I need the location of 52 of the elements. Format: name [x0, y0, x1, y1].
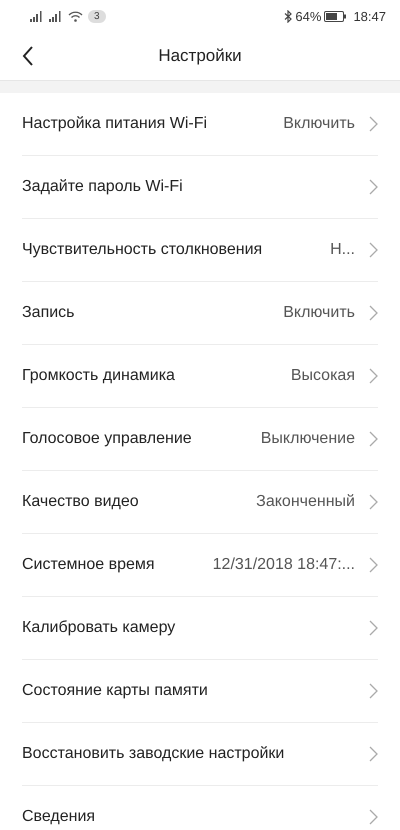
chevron-right-icon: [369, 431, 378, 447]
settings-value: Высокая: [290, 367, 355, 385]
wifi-icon: [68, 10, 83, 22]
chevron-right-icon: [369, 746, 378, 762]
settings-item[interactable]: Восстановить заводские настройки: [22, 723, 378, 786]
settings-value: Включить: [283, 115, 355, 133]
settings-value: Включить: [283, 304, 355, 322]
settings-label: Задайте пароль Wi-Fi: [22, 178, 183, 196]
settings-label: Восстановить заводские настройки: [22, 745, 284, 763]
notification-badge: 3: [88, 10, 106, 22]
chevron-right-icon: [369, 620, 378, 636]
chevron-right-icon: [369, 116, 378, 132]
chevron-right-icon: [369, 809, 378, 825]
settings-value: Выключение: [260, 430, 355, 448]
settings-item[interactable]: Голосовое управление Выключение: [22, 408, 378, 471]
settings-item[interactable]: Запись Включить: [22, 282, 378, 345]
settings-item[interactable]: Калибровать камеру: [22, 597, 378, 660]
settings-label: Сведения: [22, 808, 96, 826]
chevron-right-icon: [369, 179, 378, 195]
settings-value: 12/31/2018 18:47:...: [212, 556, 355, 574]
settings-item[interactable]: Чувствительность столкновения Н...: [22, 219, 378, 282]
battery-percentage: 64%: [295, 8, 322, 24]
settings-value: Н...: [330, 241, 355, 259]
clock-time: 18:47: [353, 8, 386, 24]
settings-item[interactable]: Настройка питания Wi-Fi Включить: [22, 93, 378, 156]
settings-item[interactable]: Качество видео Законченный: [22, 471, 378, 534]
chevron-right-icon: [369, 305, 378, 321]
settings-label: Состояние карты памяти: [22, 682, 208, 700]
settings-label: Громкость динамика: [22, 367, 175, 385]
settings-label: Настройка питания Wi-Fi: [22, 115, 208, 133]
settings-label: Голосовое управление: [22, 430, 192, 448]
settings-item[interactable]: Системное время 12/31/2018 18:47:...: [22, 534, 378, 597]
signal-icon: [30, 10, 44, 22]
settings-item[interactable]: Громкость динамика Высокая: [22, 345, 378, 408]
settings-item[interactable]: Состояние карты памяти: [22, 660, 378, 723]
chevron-right-icon: [369, 368, 378, 384]
signal-icon: [49, 10, 63, 22]
settings-label: Запись: [22, 304, 74, 322]
chevron-right-icon: [369, 242, 378, 258]
bluetooth-icon: [284, 10, 292, 22]
chevron-right-icon: [369, 557, 378, 573]
settings-item[interactable]: Сведения: [22, 786, 378, 830]
battery-icon: [324, 10, 346, 22]
page-title: Настройки: [158, 46, 242, 66]
settings-label: Качество видео: [22, 493, 139, 511]
chevron-right-icon: [369, 683, 378, 699]
settings-label: Системное время: [22, 556, 155, 574]
settings-label: Чувствительность столкновения: [22, 241, 262, 259]
settings-item[interactable]: Задайте пароль Wi-Fi: [22, 156, 378, 219]
settings-value: Законченный: [256, 493, 355, 511]
settings-label: Калибровать камеру: [22, 619, 176, 637]
chevron-right-icon: [369, 494, 378, 510]
